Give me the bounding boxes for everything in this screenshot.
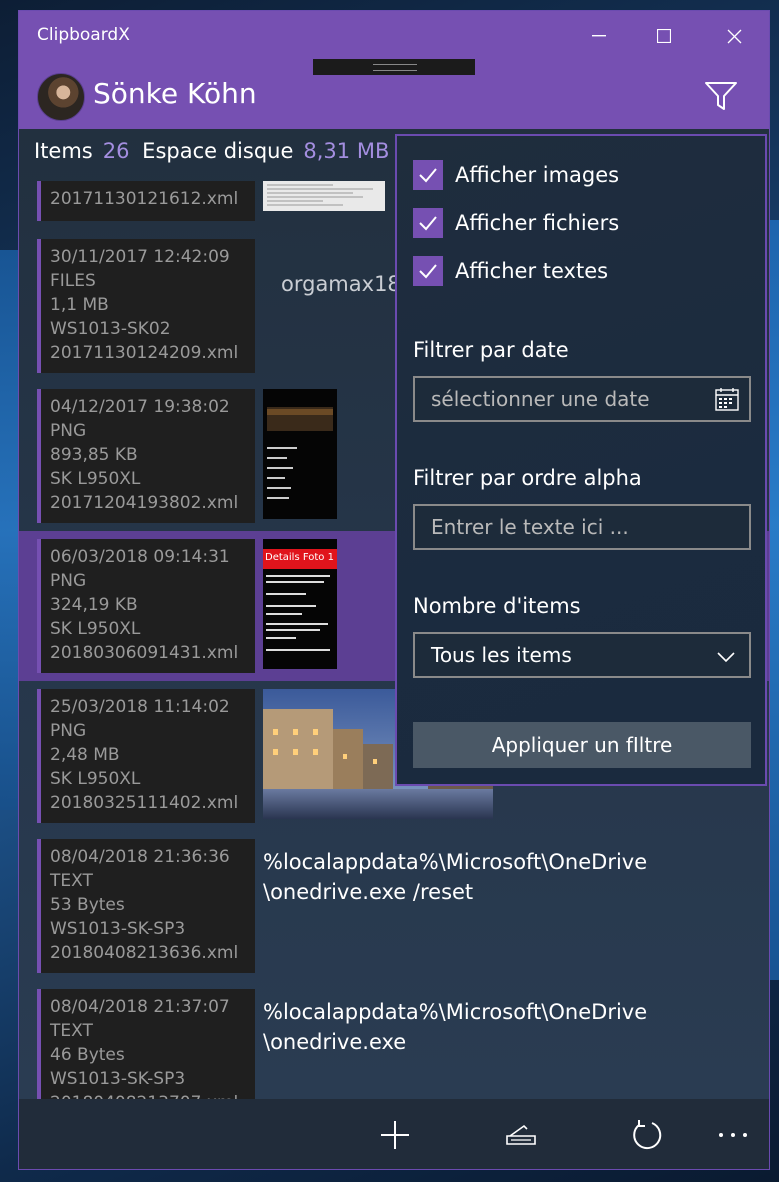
app-title: ClipboardX	[37, 25, 130, 45]
item-size: 1,1 MB	[50, 295, 109, 315]
stats-bar: Items 26 Espace disque 8,31 MB	[34, 139, 395, 163]
maximize-icon	[657, 29, 671, 43]
items-count: 26	[102, 139, 130, 163]
item-date: 25/03/2018 11:14:02	[50, 697, 230, 717]
item-type: PNG	[50, 571, 87, 591]
date-input[interactable]	[415, 378, 749, 420]
minimize-icon	[592, 35, 606, 37]
item-file: 20180408213707.xml	[50, 1091, 255, 1099]
item-file: 20180408213636.xml	[50, 943, 239, 963]
item-content-text-line1: %localappdata%\Microsoft\OneDrive	[263, 850, 648, 874]
drag-handle[interactable]	[313, 59, 475, 75]
show-texts-label: Afficher textes	[455, 259, 609, 283]
item-meta: 30/11/2017 12:42:09 FILES 1,1 MB WS1013-…	[37, 239, 255, 373]
item-date: 06/03/2018 09:14:31	[50, 547, 230, 567]
item-content-text: orgamax18-	[281, 272, 409, 296]
items-label: Items	[34, 139, 93, 163]
alpha-text-field[interactable]	[413, 504, 751, 550]
chevron-down-icon	[717, 648, 735, 667]
phone-screenshot-thumbnail: Details Foto 1	[263, 539, 337, 669]
item-content-text-line2: \onedrive.exe /reset	[263, 880, 474, 904]
scan-button[interactable]	[499, 1113, 543, 1157]
checkbox-checked-icon[interactable]	[413, 256, 443, 286]
item-file: 20180306091431.xml	[50, 643, 239, 663]
show-images-checkbox[interactable]: Afficher images	[413, 160, 619, 190]
item-device: SK L950XL	[50, 619, 141, 639]
date-picker[interactable]	[413, 376, 751, 422]
apply-filter-button[interactable]: Appliquer un fIltre	[413, 722, 751, 768]
minimize-button[interactable]	[569, 21, 629, 51]
item-content-text-line2: \onedrive.exe	[263, 1030, 407, 1054]
show-files-checkbox[interactable]: Afficher fichiers	[413, 208, 619, 238]
item-file: 20171204193802.xml	[50, 493, 239, 513]
space-label: Espace disque	[142, 139, 294, 163]
item-date: 30/11/2017 12:42:09	[50, 247, 230, 267]
show-texts-checkbox[interactable]: Afficher textes	[413, 256, 608, 286]
space-value: 8,31 MB	[303, 139, 390, 163]
close-button[interactable]	[704, 21, 764, 51]
filter-button[interactable]	[701, 75, 741, 115]
filter-icon	[705, 82, 737, 110]
show-images-label: Afficher images	[455, 163, 620, 187]
list-item[interactable]: 08/04/2018 21:37:07 TEXT 46 Bytes WS1013…	[19, 981, 769, 1099]
item-type: FILES	[50, 271, 96, 291]
item-meta: 25/03/2018 11:14:02 PNG 2,48 MB SK L950X…	[37, 689, 255, 823]
item-date: 08/04/2018 21:37:07	[50, 997, 230, 1017]
item-device: WS1013-SK-SP3	[50, 1069, 186, 1089]
item-type: PNG	[50, 421, 87, 441]
item-file: 20171130124209.xml	[50, 343, 239, 363]
add-icon	[381, 1121, 409, 1149]
item-type: TEXT	[50, 871, 93, 891]
checkbox-checked-icon[interactable]	[413, 208, 443, 238]
maximize-button[interactable]	[634, 21, 694, 51]
calendar-icon[interactable]	[715, 387, 739, 415]
item-date: 08/04/2018 21:36:36	[50, 847, 230, 867]
item-date: 04/12/2017 19:38:02	[50, 397, 230, 417]
user-name: Sönke Köhn	[93, 77, 257, 110]
add-button[interactable]	[373, 1113, 417, 1157]
item-count-label: Nombre d'items	[413, 594, 581, 618]
item-file: 20180325111402.xml	[50, 793, 239, 813]
command-bar	[19, 1099, 769, 1169]
item-size: 324,19 KB	[50, 595, 138, 615]
close-icon	[727, 29, 741, 43]
item-device: WS1013-SK-SP3	[50, 919, 186, 939]
item-size: 46 Bytes	[50, 1045, 125, 1065]
item-size: 893,85 KB	[50, 445, 138, 465]
item-size: 2,48 MB	[50, 745, 120, 765]
scanner-icon	[506, 1124, 536, 1145]
item-count-value: Tous les items	[431, 643, 572, 667]
item-meta: 08/04/2018 21:37:07 TEXT 46 Bytes WS1013…	[37, 989, 255, 1099]
date-filter-label: Filtrer par date	[413, 338, 569, 362]
item-content-text-line1: %localappdata%\Microsoft\OneDrive	[263, 1000, 648, 1024]
item-size: 53 Bytes	[50, 895, 125, 915]
show-files-label: Afficher fichiers	[455, 211, 620, 235]
item-type: PNG	[50, 721, 87, 741]
more-icon	[719, 1133, 747, 1137]
list-item[interactable]: 08/04/2018 21:36:36 TEXT 53 Bytes WS1013…	[19, 831, 769, 981]
refresh-button[interactable]	[625, 1113, 669, 1157]
checkbox-checked-icon[interactable]	[413, 160, 443, 190]
item-file: 20171130121612.xml	[50, 189, 239, 209]
more-button[interactable]	[711, 1113, 755, 1157]
desktop-background-glow-left	[0, 250, 18, 810]
title-bar: ClipboardX Sönke Köhn	[19, 11, 769, 129]
item-meta: 08/04/2018 21:36:36 TEXT 53 Bytes WS1013…	[37, 839, 255, 973]
item-type: TEXT	[50, 1021, 93, 1041]
alpha-input[interactable]	[415, 506, 749, 548]
alpha-filter-label: Filtrer par ordre alpha	[413, 466, 642, 490]
item-count-dropdown[interactable]: Tous les items	[413, 632, 751, 678]
item-meta: 04/12/2017 19:38:02 PNG 893,85 KB SK L95…	[37, 389, 255, 523]
refresh-icon	[633, 1120, 662, 1150]
avatar[interactable]	[37, 73, 85, 121]
phone-screenshot-thumbnail	[263, 389, 337, 519]
item-meta: 20171130121612.xml	[37, 181, 255, 221]
document-thumbnail	[263, 181, 385, 211]
item-device: SK L950XL	[50, 769, 141, 789]
item-meta: 06/03/2018 09:14:31 PNG 324,19 KB SK L95…	[37, 539, 255, 673]
item-device: SK L950XL	[50, 469, 141, 489]
item-device: WS1013-SK02	[50, 319, 171, 339]
filter-panel: Afficher images Afficher fichiers Affich…	[395, 134, 767, 786]
